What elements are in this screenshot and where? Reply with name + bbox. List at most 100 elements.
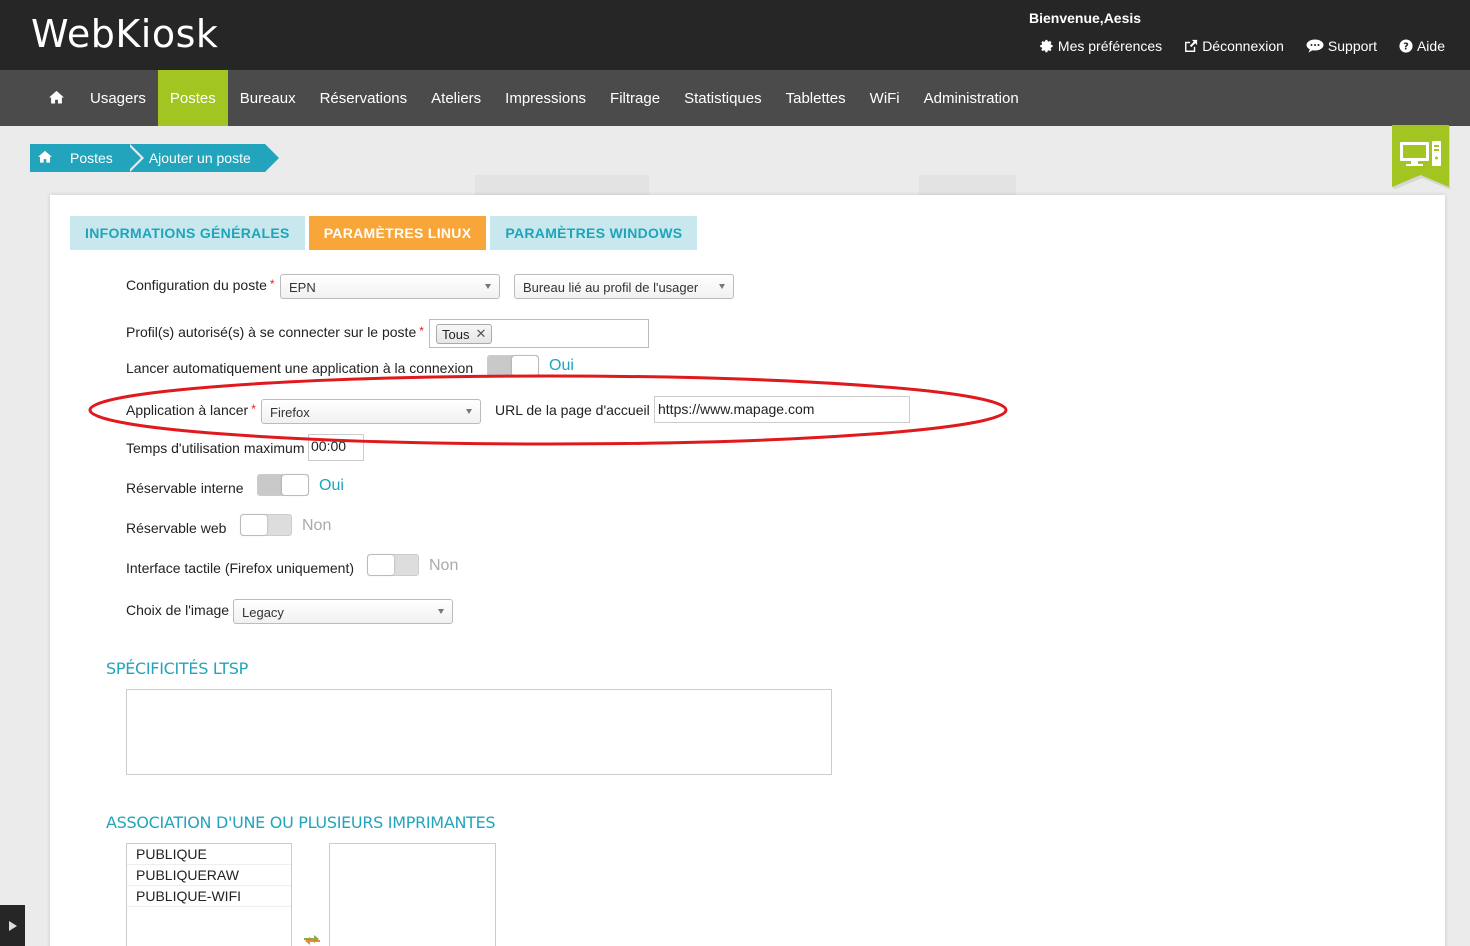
main-panel: INFORMATIONS GÉNÉRALES PARAMÈTRES LINUX … bbox=[50, 195, 1445, 946]
nav-item-reservations[interactable]: Réservations bbox=[308, 70, 420, 126]
tab-windows-settings[interactable]: PARAMÈTRES WINDOWS bbox=[490, 216, 698, 250]
url-input[interactable]: https://www.mapage.com bbox=[654, 396, 910, 423]
profiles-multiselect[interactable]: Tous ✕ bbox=[429, 319, 649, 348]
help-label: Aide bbox=[1416, 38, 1445, 54]
chevron-down-icon bbox=[438, 609, 444, 614]
desktop-select-value: Bureau lié au profil de l'usager bbox=[523, 280, 699, 295]
app-logo[interactable]: WebKiosk bbox=[31, 12, 218, 56]
reserv-web-state: Non bbox=[302, 517, 332, 534]
profile-tag-label: Tous bbox=[442, 326, 470, 342]
profiles-label: Profil(s) autorisé(s) à se connecter sur… bbox=[126, 324, 424, 340]
external-link-icon bbox=[1184, 39, 1198, 53]
autolaunch-label: Lancer automatiquement une application à… bbox=[126, 360, 474, 376]
tab-bar: INFORMATIONS GÉNÉRALES PARAMÈTRES LINUX … bbox=[70, 216, 698, 250]
breadcrumb-current: Ajouter un poste bbox=[126, 144, 279, 172]
main-nav: Usagers Postes Bureaux Réservations Atel… bbox=[0, 70, 1470, 126]
config-select[interactable]: EPN bbox=[280, 274, 500, 299]
touch-toggle[interactable] bbox=[367, 554, 419, 576]
nav-item-postes[interactable]: Postes bbox=[157, 70, 228, 126]
reserv-internal-toggle[interactable] bbox=[257, 474, 309, 496]
ltsp-section-title: SPÉCIFICITÉS LTSP bbox=[106, 659, 248, 678]
maxtime-label: Temps d'utilisation maximum bbox=[126, 440, 305, 456]
list-item[interactable]: PUBLIQUE bbox=[127, 844, 291, 865]
required-mark: * bbox=[269, 277, 275, 291]
chevron-down-icon bbox=[485, 284, 491, 289]
nav-item-filtrage[interactable]: Filtrage bbox=[598, 70, 672, 126]
breadcrumb-current-label: Ajouter un poste bbox=[148, 150, 251, 166]
nav-item-impressions[interactable]: Impressions bbox=[493, 70, 598, 126]
config-select-value: EPN bbox=[289, 280, 316, 295]
autolaunch-toggle[interactable] bbox=[487, 355, 539, 377]
nav-item-ateliers[interactable]: Ateliers bbox=[419, 70, 493, 126]
chat-icon bbox=[1306, 39, 1324, 53]
touch-state: Non bbox=[429, 557, 459, 574]
config-label: Configuration du poste * bbox=[126, 277, 275, 293]
postes-section-badge bbox=[1392, 125, 1451, 190]
printers-available-list[interactable]: PUBLIQUE PUBLIQUERAW PUBLIQUE-WIFI bbox=[126, 843, 292, 946]
breadcrumb-postes[interactable]: Postes bbox=[60, 144, 144, 172]
image-select[interactable]: Legacy bbox=[233, 599, 453, 624]
ltsp-textarea[interactable] bbox=[126, 689, 832, 775]
home-icon bbox=[48, 90, 64, 107]
tab-linux-settings[interactable]: PARAMÈTRES LINUX bbox=[308, 216, 487, 250]
nav-item-tablettes[interactable]: Tablettes bbox=[774, 70, 858, 126]
nav-item-administration[interactable]: Administration bbox=[912, 70, 1031, 126]
profiles-label-text: Profil(s) autorisé(s) à se connecter sur… bbox=[126, 324, 417, 340]
logout-link[interactable]: Déconnexion bbox=[1184, 38, 1284, 54]
autolaunch-state: Oui bbox=[549, 357, 574, 374]
profile-tag: Tous ✕ bbox=[436, 324, 493, 344]
top-header-bar: WebKiosk Bienvenue,Aesis Mes préférences… bbox=[0, 0, 1470, 70]
transfer-arrows-icon[interactable] bbox=[302, 933, 322, 946]
home-icon bbox=[38, 150, 52, 166]
desktop-select[interactable]: Bureau lié au profil de l'usager bbox=[514, 274, 734, 299]
nav-item-usagers[interactable]: Usagers bbox=[78, 70, 158, 126]
app-select-value: Firefox bbox=[270, 405, 310, 420]
chevron-down-icon bbox=[719, 284, 725, 289]
remove-tag-icon[interactable]: ✕ bbox=[475, 326, 486, 342]
toggle-knob bbox=[282, 475, 308, 495]
chevron-down-icon bbox=[466, 409, 472, 414]
help-link[interactable]: ? Aide bbox=[1399, 38, 1445, 54]
nav-item-statistiques[interactable]: Statistiques bbox=[672, 70, 774, 126]
breadcrumb: Postes Ajouter un poste bbox=[30, 144, 279, 172]
help-icon: ? bbox=[1399, 39, 1413, 53]
tab-shadow bbox=[919, 175, 1016, 195]
welcome-text: Bienvenue,Aesis bbox=[1029, 10, 1142, 26]
nav-item-bureaux[interactable]: Bureaux bbox=[228, 70, 308, 126]
toggle-knob bbox=[512, 356, 538, 376]
reserv-web-toggle[interactable] bbox=[240, 514, 292, 536]
app-label-text: Application à lancer bbox=[126, 402, 249, 418]
nav-item-wifi[interactable]: WiFi bbox=[858, 70, 912, 126]
preferences-label: Mes préférences bbox=[1057, 38, 1163, 54]
nav-home[interactable] bbox=[34, 70, 78, 126]
touch-label: Interface tactile (Firefox uniquement) bbox=[126, 560, 354, 576]
image-select-value: Legacy bbox=[242, 605, 284, 620]
header-links: Mes préférences Déconnexion Support ? Ai… bbox=[1040, 38, 1445, 54]
list-item[interactable]: PUBLIQUERAW bbox=[127, 865, 291, 886]
breadcrumb-home[interactable] bbox=[30, 144, 60, 172]
toggle-knob bbox=[241, 515, 267, 535]
required-mark: * bbox=[419, 324, 424, 338]
toggle-knob bbox=[368, 555, 394, 575]
url-label: URL de la page d'accueil bbox=[495, 402, 650, 418]
required-mark: * bbox=[251, 402, 256, 416]
breadcrumb-postes-label: Postes bbox=[70, 150, 113, 166]
printers-section-title: ASSOCIATION D'UNE OU PLUSIEURS IMPRIMANT… bbox=[106, 813, 496, 832]
app-label: Application à lancer * bbox=[126, 402, 256, 418]
image-label: Choix de l'image bbox=[126, 602, 230, 618]
maxtime-input[interactable]: 00:00 bbox=[308, 434, 364, 461]
breadcrumb-separator bbox=[129, 144, 144, 172]
tab-shadow bbox=[475, 175, 649, 195]
printers-selected-list[interactable] bbox=[329, 843, 496, 946]
list-item[interactable]: PUBLIQUE-WIFI bbox=[127, 886, 291, 907]
reserv-internal-label: Réservable interne bbox=[126, 480, 244, 496]
support-link[interactable]: Support bbox=[1306, 38, 1377, 54]
config-label-text: Configuration du poste bbox=[126, 277, 267, 293]
preferences-link[interactable]: Mes préférences bbox=[1040, 38, 1162, 54]
play-icon bbox=[8, 920, 17, 931]
logout-label: Déconnexion bbox=[1202, 38, 1284, 54]
expand-panel-button[interactable] bbox=[0, 905, 25, 946]
reserv-internal-state: Oui bbox=[319, 477, 344, 494]
app-select[interactable]: Firefox bbox=[261, 399, 481, 424]
tab-general-info[interactable]: INFORMATIONS GÉNÉRALES bbox=[70, 216, 305, 250]
